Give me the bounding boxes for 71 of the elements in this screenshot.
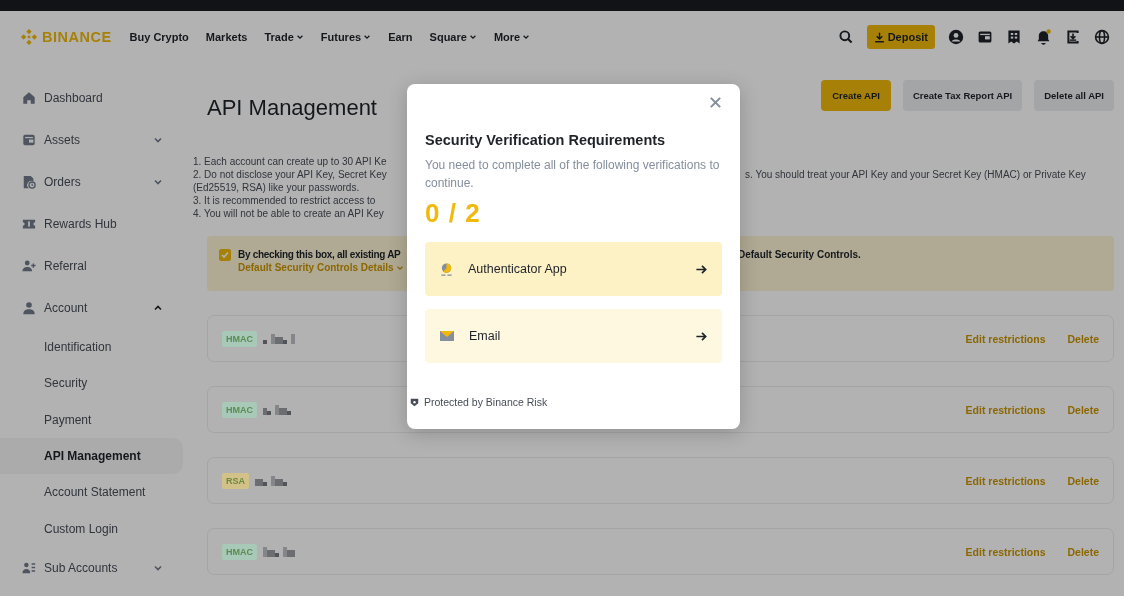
nav-link[interactable]: Square (429, 31, 477, 43)
note-text: s. You should treat your API Key and your Secret Key (HMAC) or Private Key (745, 168, 1087, 181)
notice-text: By checking this box, all existing AP (238, 249, 402, 260)
search-icon[interactable] (837, 29, 854, 45)
wallet-icon (22, 133, 36, 147)
action-button[interactable]: Create Tax Report API (902, 80, 1023, 111)
note-text: 2. Do not disclose your API Key, Secret Key (193, 168, 388, 181)
ticket-icon (22, 217, 36, 231)
sidebar-item[interactable]: Rewards Hub (0, 203, 183, 245)
key-type-tag: HMAC (222, 330, 257, 347)
caret-icon (363, 33, 372, 41)
sidebar-item[interactable]: Dashboard (0, 77, 183, 119)
verification-option[interactable]: Authenticator App (425, 242, 722, 296)
action-button[interactable]: Create API (821, 80, 891, 111)
sidebar-item[interactable]: Referral (0, 245, 183, 287)
sidebar-item[interactable]: Account (0, 287, 183, 329)
sidebar-item[interactable]: Sub Accounts (0, 546, 183, 589)
sidebar-subitem[interactable]: API Management (0, 437, 183, 475)
caret-icon (295, 33, 304, 41)
document-clock-icon (22, 175, 36, 189)
nav-link[interactable]: Earn (388, 31, 413, 43)
nav-link[interactable]: Futures (320, 31, 372, 43)
note-text: 1. Each account can create up to 30 API Ke (193, 155, 388, 168)
action-button[interactable]: Delete all API (1034, 80, 1114, 111)
verification-option[interactable]: Email (425, 309, 722, 363)
note-text: 4. You will not be able to create an API Key (193, 207, 385, 220)
wallet-icon[interactable] (977, 29, 993, 45)
key-type-tag: RSA (222, 472, 249, 489)
page-title: API Management (207, 95, 377, 121)
user-plus-icon (22, 259, 36, 273)
progress-count: 0 / 2 (425, 198, 482, 229)
envelope-icon (439, 328, 455, 344)
sidebar-subitem[interactable]: Payment (0, 401, 183, 438)
sidebar-subitem[interactable]: Account Statement (0, 474, 183, 511)
note-text: 3. It is recommended to restrict access to (193, 194, 377, 207)
chevron-icon (153, 303, 163, 313)
user-list-icon (22, 560, 36, 575)
receipt-icon[interactable] (1006, 29, 1022, 45)
checkbox[interactable] (219, 249, 231, 261)
chevron-icon (153, 177, 163, 187)
footer-text: Protected by Binance Risk (424, 396, 548, 408)
arrow-right-icon (695, 329, 708, 343)
chevron-icon (153, 135, 163, 145)
nav-link[interactable]: Trade (264, 31, 304, 43)
download-icon[interactable] (1065, 29, 1081, 45)
caret-icon (522, 33, 531, 41)
nav-link[interactable]: Markets (205, 31, 248, 43)
dialog-title: Security Verification Requirements (425, 132, 667, 148)
nav-link[interactable]: Buy Crypto (129, 31, 189, 43)
sidebar-item[interactable]: Orders (0, 161, 183, 203)
caret-icon (468, 33, 477, 41)
key-type-tag: HMAC (222, 543, 257, 560)
sidebar-subitem[interactable]: Identification (0, 329, 183, 366)
arrow-right-icon (695, 262, 708, 276)
dialog-description: You need to complete all of the following verifications to continue. (425, 157, 721, 192)
nav-link[interactable]: More (493, 31, 531, 43)
home-icon (22, 91, 36, 105)
profile-icon[interactable] (948, 29, 964, 45)
close-icon[interactable] (709, 96, 722, 109)
note-text: (Ed25519, RSA) like your passwords. (193, 181, 361, 194)
sidebar-subitem[interactable]: Security (0, 365, 183, 402)
sidebar-item[interactable]: Assets (0, 119, 183, 161)
authenticator-icon (439, 261, 454, 277)
sidebar-subitem[interactable]: Custom Login (0, 510, 183, 547)
shield-icon (410, 397, 419, 407)
user-icon (22, 301, 36, 315)
key-type-tag: HMAC (222, 401, 257, 418)
notification-bell-icon[interactable] (1035, 28, 1052, 46)
globe-icon[interactable] (1094, 29, 1110, 45)
deposit-button[interactable]: Deposit (866, 25, 935, 49)
download-icon (873, 31, 885, 43)
